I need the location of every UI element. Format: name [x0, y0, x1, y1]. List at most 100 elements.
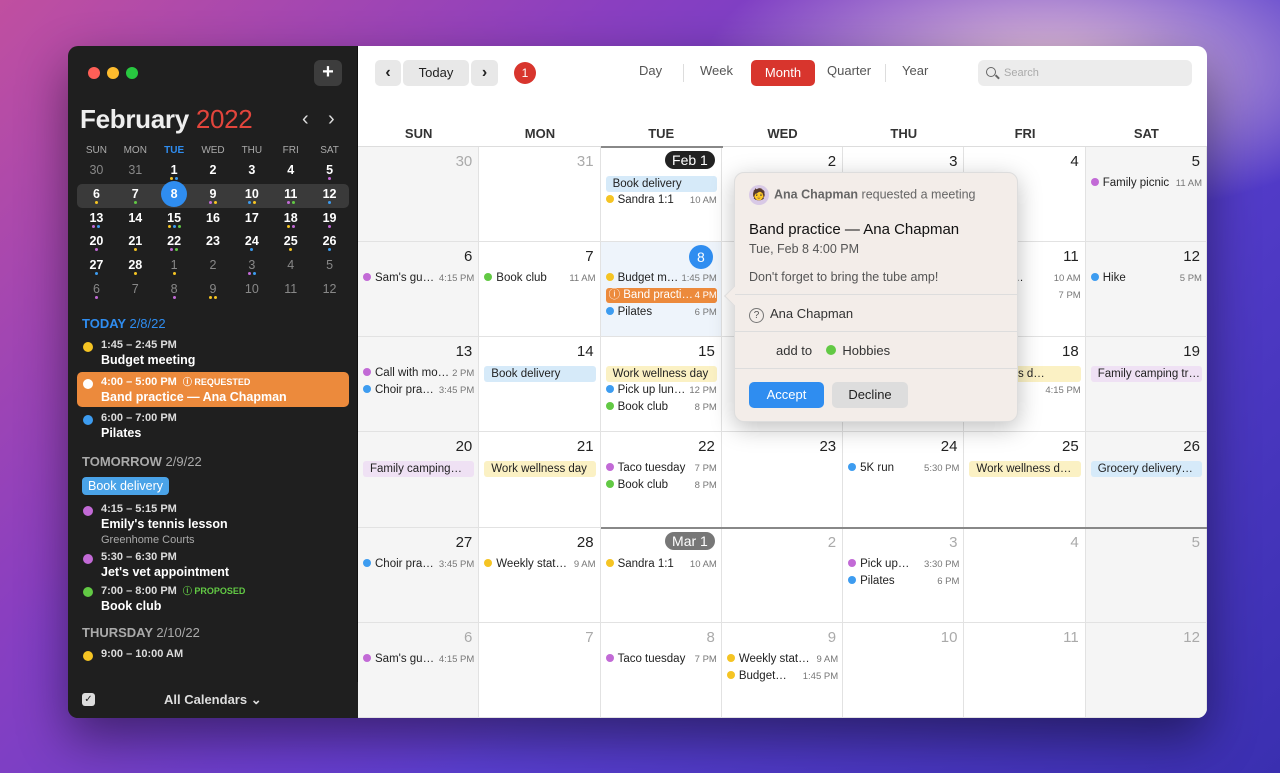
agenda-item[interactable]: 6:00 – 7:00 PM Pilates: [68, 412, 358, 440]
calendar-event[interactable]: Sandra 1:1 10 AM: [605, 193, 717, 208]
calendar-event[interactable]: Pilates 6 PM: [605, 305, 717, 321]
calendar-event[interactable]: Budget m… 1:45 PM: [605, 271, 717, 287]
calendar-event[interactable]: Pick up… 3:30 PM: [848, 556, 960, 572]
agenda-item[interactable]: 5:30 – 6:30 PM Jet's vet appointment: [68, 551, 358, 579]
day-cell[interactable]: 31: [479, 147, 601, 243]
prev-period-button[interactable]: ‹: [375, 60, 401, 86]
notification-badge[interactable]: 1: [514, 62, 536, 84]
calendar-event[interactable]: Call with mo… 2 PM: [363, 366, 475, 382]
mini-day[interactable]: 7: [116, 184, 155, 208]
calendar-event[interactable]: Hike 5 PM: [1090, 271, 1202, 287]
day-cell[interactable]: 7 Book club 11 AM: [479, 242, 601, 338]
day-cell[interactable]: 6 Sam's gu… 4:15 PM: [358, 242, 480, 338]
day-cell[interactable]: 7: [479, 622, 601, 718]
mini-day[interactable]: 25: [271, 231, 310, 255]
calendar-event[interactable]: Choir pra… 3:45 PM: [363, 556, 475, 572]
mini-day[interactable]: 27: [77, 255, 116, 279]
calendar-event[interactable]: Budget… 1:45 PM: [726, 668, 839, 684]
mini-day[interactable]: 10: [232, 279, 271, 303]
mini-day[interactable]: 30: [77, 160, 116, 184]
day-cell[interactable]: 20 Family camping…: [358, 432, 480, 528]
view-week[interactable]: Week: [700, 63, 733, 78]
mini-day[interactable]: 20: [77, 231, 116, 255]
mini-day[interactable]: 11: [271, 279, 310, 303]
calendar-event[interactable]: Taco tuesday 7 PM: [605, 461, 717, 477]
mini-day[interactable]: 11: [271, 184, 310, 208]
day-cell[interactable]: Mar 1 Sandra 1:1 10 AM: [600, 527, 722, 623]
calendars-checkbox[interactable]: ✓: [82, 693, 95, 706]
calendar-event[interactable]: Work wellness day: [484, 461, 596, 478]
mini-day[interactable]: 1: [155, 255, 194, 279]
day-cell[interactable]: Feb 1 Book delivery Sandra 1:1 10 AM: [600, 147, 722, 243]
agenda-item[interactable]: 1:45 – 2:45 PM Budget meeting: [68, 339, 358, 367]
day-cell[interactable]: 19 Family camping tr…: [1085, 337, 1207, 433]
day-cell[interactable]: 12: [1085, 622, 1207, 718]
calendar-event[interactable]: Book club 8 PM: [605, 478, 717, 494]
add-event-button[interactable]: +: [314, 60, 342, 86]
mini-day[interactable]: 12: [310, 279, 349, 303]
mini-day[interactable]: 3: [232, 255, 271, 279]
agenda-item[interactable]: 9:00 – 10:00 AM: [68, 648, 358, 661]
day-cell[interactable]: 9 Weekly stat… 9 AM Budget… 1:45 PM: [721, 622, 844, 718]
mini-day[interactable]: 4: [271, 160, 310, 184]
calendar-event[interactable]: Book delivery: [484, 366, 596, 383]
day-cell[interactable]: 30: [358, 147, 480, 243]
day-cell[interactable]: 28 Weekly stat… 9 AM: [479, 527, 601, 623]
day-cell[interactable]: 2: [721, 527, 844, 623]
day-cell[interactable]: 13 Call with mo… 2 PM Choir pra… 3:45 PM: [358, 337, 480, 433]
agenda-item[interactable]: 4:15 – 5:15 PM Emily's tennis lesson Green…: [68, 503, 358, 546]
calendar-event[interactable]: Taco tuesday 7 PM: [605, 651, 717, 667]
mini-day[interactable]: 24: [232, 231, 271, 255]
mini-day[interactable]: 9: [194, 279, 233, 303]
day-cell[interactable]: 5: [1085, 527, 1207, 623]
mini-day[interactable]: 8: [155, 180, 194, 208]
mini-day[interactable]: 21: [116, 231, 155, 255]
mini-day[interactable]: 22: [155, 231, 194, 255]
calendar-event[interactable]: Choir pra… 3:45 PM: [363, 383, 475, 399]
minimize-window-button[interactable]: [107, 67, 119, 79]
day-cell[interactable]: 21 Work wellness day: [479, 432, 601, 528]
decline-button[interactable]: Decline: [832, 382, 908, 408]
mini-day[interactable]: 4: [271, 255, 310, 279]
mini-day[interactable]: 2: [194, 255, 233, 279]
calendar-event[interactable]: 5K run 5:30 PM: [848, 461, 960, 477]
close-window-button[interactable]: [88, 67, 100, 79]
calendar-event[interactable]: Grocery delivery…: [1090, 461, 1202, 478]
day-cell[interactable]: 5 Family picnic 11 AM: [1085, 147, 1207, 243]
mini-day[interactable]: 31: [116, 160, 155, 184]
mini-day[interactable]: 13: [77, 208, 116, 232]
calendar-event[interactable]: Sam's gu… 4:15 PM: [363, 271, 475, 287]
calendar-event[interactable]: Family camping…: [363, 461, 475, 478]
calendar-event-selected[interactable]: ⓘ Band practi… 4 PM: [605, 288, 717, 304]
day-cell[interactable]: 4: [964, 527, 1086, 623]
calendar-event[interactable]: Pick up lun… 12 PM: [605, 383, 717, 399]
mini-day[interactable]: 8: [155, 279, 194, 303]
mini-day[interactable]: 28: [116, 255, 155, 279]
next-period-button[interactable]: ›: [471, 60, 498, 86]
calendar-event[interactable]: Family camping tr…: [1090, 366, 1202, 383]
day-cell[interactable]: 6 Sam's gu… 4:15 PM: [358, 622, 480, 718]
day-cell[interactable]: 15 Work wellness day Pick up lun… 12 PM Book…: [600, 337, 722, 433]
mini-day[interactable]: 5: [310, 255, 349, 279]
mini-day[interactable]: 19: [310, 208, 349, 232]
agenda-allday-event[interactable]: Book delivery: [82, 477, 170, 495]
calendar-event[interactable]: Weekly stat… 9 AM: [726, 651, 839, 667]
day-cell[interactable]: 14 Book delivery: [479, 337, 601, 433]
calendar-event[interactable]: Book club 11 AM: [484, 271, 596, 287]
calendar-event[interactable]: Book club 8 PM: [605, 400, 717, 416]
day-cell[interactable]: 26 Grocery delivery…: [1085, 432, 1207, 528]
zoom-window-button[interactable]: [126, 67, 138, 79]
accept-button[interactable]: Accept: [749, 382, 824, 408]
view-month[interactable]: Month: [751, 60, 815, 86]
prev-month-icon[interactable]: ‹: [302, 108, 309, 131]
calendar-event[interactable]: Work wellness d…: [969, 461, 1081, 478]
mini-day[interactable]: 23: [194, 231, 233, 255]
day-cell[interactable]: 11: [964, 622, 1086, 718]
mini-day[interactable]: 10: [232, 184, 271, 208]
mini-day[interactable]: 12: [310, 184, 349, 208]
day-cell[interactable]: 10: [843, 622, 965, 718]
mini-day[interactable]: 9: [194, 184, 233, 208]
mini-day[interactable]: 6: [77, 279, 116, 303]
mini-day[interactable]: 26: [310, 231, 349, 255]
mini-day[interactable]: 2: [194, 160, 233, 184]
